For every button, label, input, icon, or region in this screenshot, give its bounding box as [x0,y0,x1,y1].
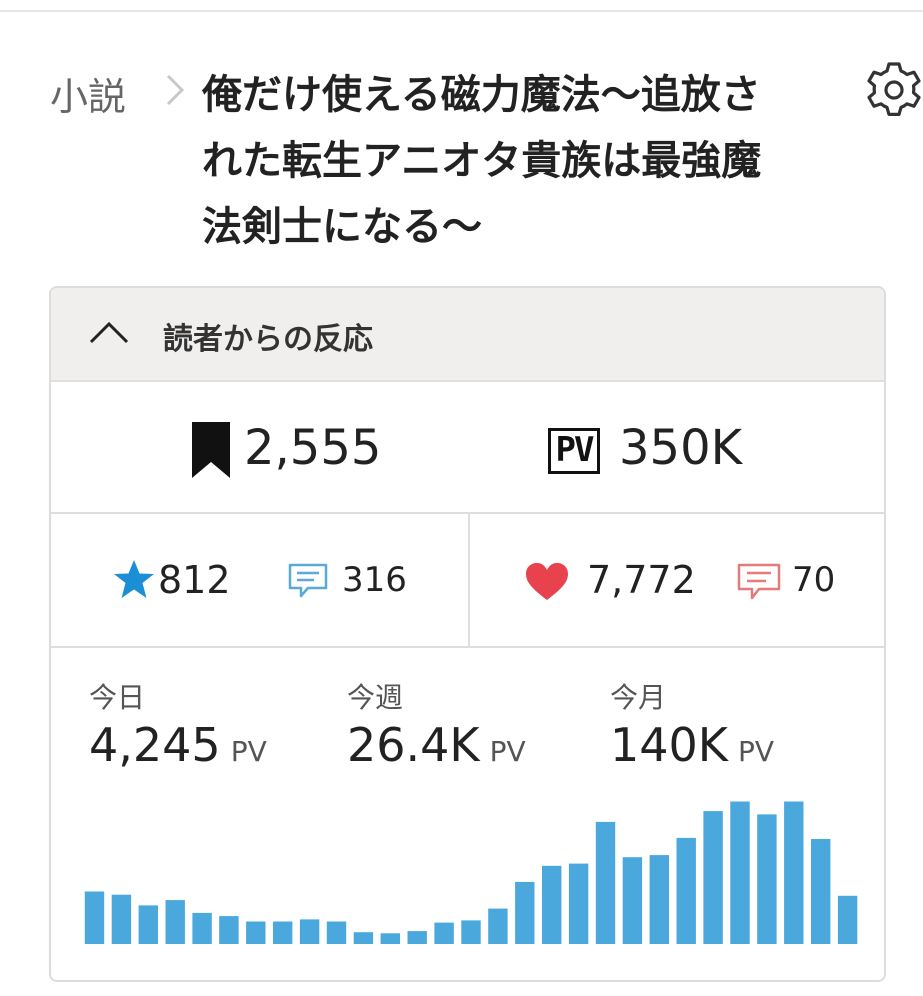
chart-bar [326,921,347,944]
chart-bar [730,801,750,944]
stat-today: 今日 4,245 PV [89,676,267,772]
chart-bar [837,895,858,944]
stat-week: 今週 26.4K PV [347,676,526,772]
chart-bar [192,912,212,944]
row-divider [468,514,470,646]
breadcrumb: 小説 俺だけ使える磁力魔法〜追放された転生アニオタ貴族は最強魔法剣士になる〜 [50,62,790,250]
chart-bar [676,837,696,944]
pv-total: 350K [619,420,743,476]
pv-bar-chart [84,801,858,944]
chart-bar [595,821,616,944]
stat-unit: PV [230,735,267,768]
chart-bar [757,814,777,944]
chart-bar [246,921,266,944]
chart-bar [219,916,239,944]
stat-unit: PV [489,735,526,768]
chart-bar [461,920,481,944]
stat-unit: PV [737,735,775,768]
heart-count: 7,772 [587,558,696,602]
reactions-title: 読者からの反応 [163,322,373,357]
bookmark-icon [192,422,230,478]
review-count: 316 [342,560,407,600]
breadcrumb-root-link[interactable]: 小説 [50,66,126,121]
totals-row: 2,555 PV 350K [51,382,884,514]
stat-value: 26.4K [347,718,480,772]
pv-stats: 今日 4,245 PV 今週 26.4K PV 今月 140K PV [51,648,884,778]
chart-bar [434,922,454,944]
stat-label: 今日 [89,681,146,714]
speech-bubble-icon [737,563,781,600]
chart-bar [165,900,185,944]
reactions-card: 読者からの反応 2,555 PV 350K 812 316 7,772 70 今… [49,286,886,982]
chart-bar [299,919,320,944]
chart-bar [138,905,158,944]
speech-bubble-icon [288,563,328,598]
reactions-header[interactable]: 読者からの反応 [51,288,884,382]
chart-bar [542,865,562,944]
chart-bar [568,863,589,944]
chart-bar [273,921,293,944]
pv-badge-icon: PV [548,428,600,474]
gear-icon[interactable] [862,58,923,122]
stat-month: 今月 140K PV [610,676,774,772]
chart-bar [811,839,831,944]
chevron-up-icon[interactable] [87,316,131,348]
comment-count: 70 [792,560,836,600]
chart-bar [488,908,508,944]
chart-bar [380,933,400,944]
star-icon [114,560,154,598]
page-title: 俺だけ使える磁力魔法〜追放された転生アニオタ貴族は最強魔法剣士になる〜 [202,72,762,250]
ratings-row: 812 316 7,772 70 [51,514,884,648]
chart-bar [622,857,643,944]
chart-bar [353,932,374,944]
stat-label: 今週 [347,681,404,714]
star-count: 812 [158,558,231,602]
chart-bar [407,931,427,944]
chevron-right-icon [166,74,185,106]
stat-label: 今月 [610,681,667,714]
stat-value: 140K [610,718,728,772]
heart-icon [526,563,568,600]
top-divider [0,10,923,12]
chart-bar [649,855,669,944]
stat-value: 4,245 [89,718,221,772]
chart-bar [84,891,105,944]
chart-bar [515,881,535,944]
chart-bar [111,894,132,944]
bookmark-count: 2,555 [244,420,382,476]
chart-bar [703,811,723,944]
chart-bar [784,801,804,944]
